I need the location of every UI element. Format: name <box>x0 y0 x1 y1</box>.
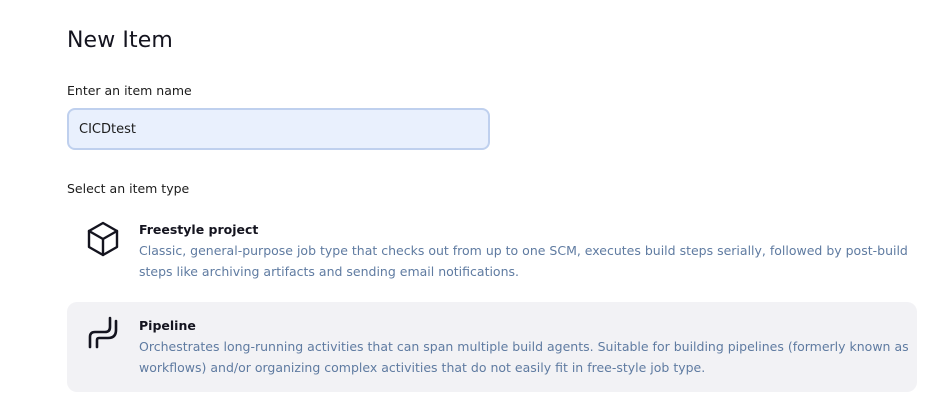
pipeline-icon <box>83 313 123 353</box>
item-name-label: Enter an item name <box>67 83 192 98</box>
pipeline-name: Pipeline <box>139 318 196 333</box>
item-name-input[interactable] <box>67 108 490 150</box>
freestyle-description: Classic, general-purpose job type that c… <box>139 243 908 279</box>
page-title: New Item <box>67 28 173 53</box>
item-type-freestyle[interactable]: Freestyle project Classic, general-purpo… <box>67 208 917 294</box>
new-item-page: New Item Enter an item name Select an it… <box>0 0 951 407</box>
item-type-pipeline[interactable]: Pipeline Orchestrates long-running activ… <box>67 302 917 392</box>
freestyle-box-icon <box>83 219 123 259</box>
item-type-label: Select an item type <box>67 181 190 196</box>
freestyle-name: Freestyle project <box>139 222 259 237</box>
pipeline-description: Orchestrates long-running activities tha… <box>139 339 909 375</box>
